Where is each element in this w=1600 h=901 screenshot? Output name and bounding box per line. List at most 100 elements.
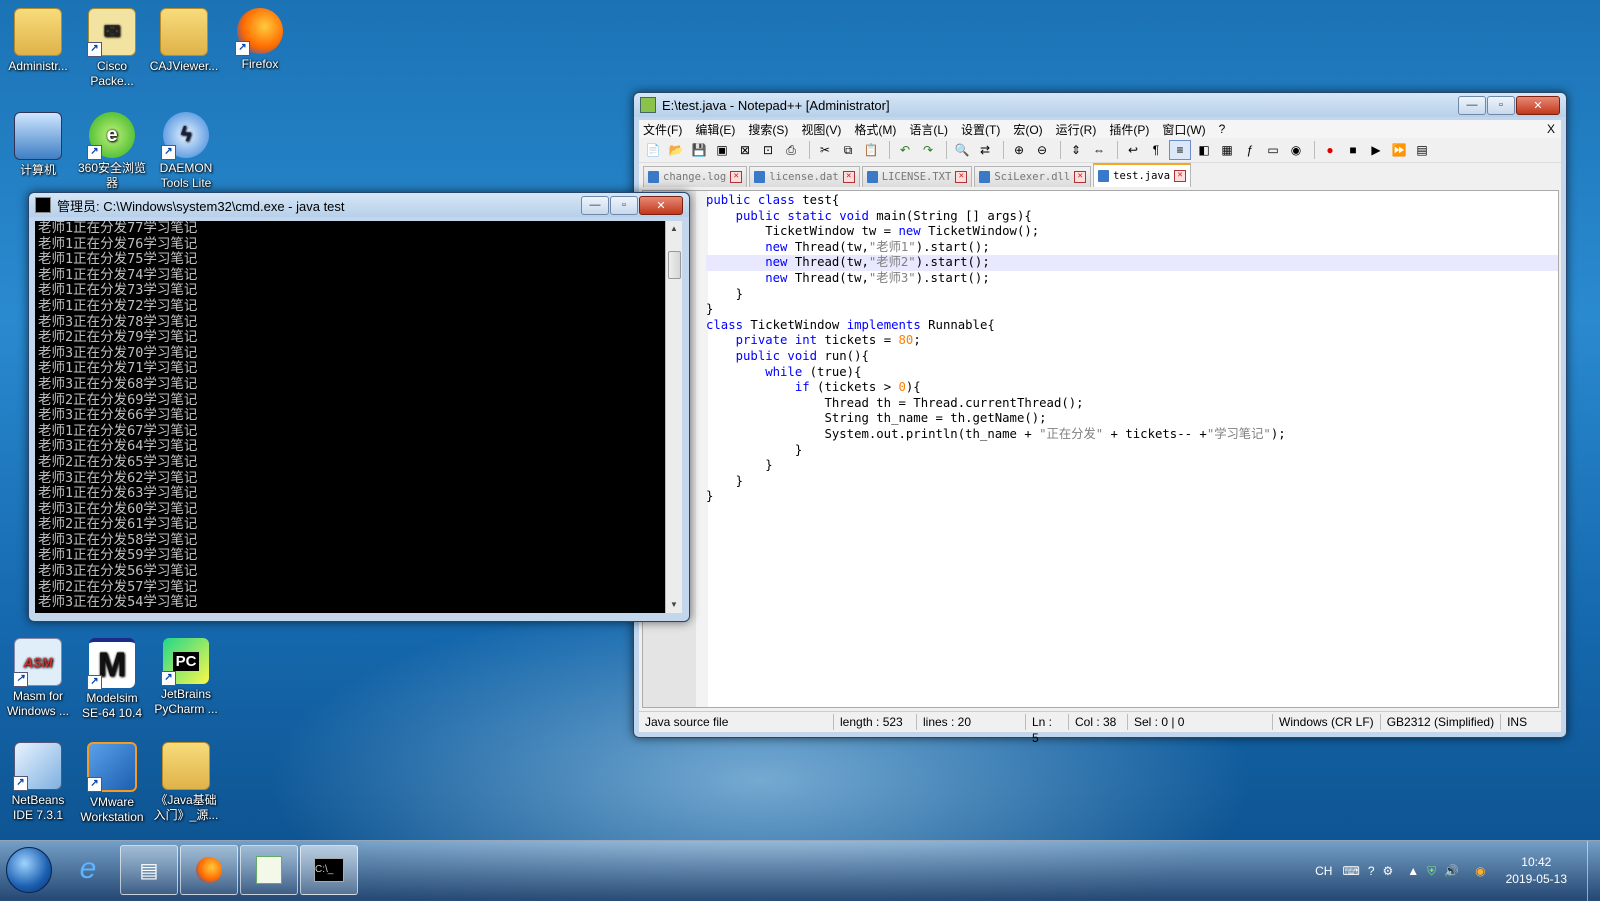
- tab-close-icon[interactable]: ✕: [842, 171, 855, 183]
- show-all-chars-icon[interactable]: ¶: [1146, 141, 1166, 159]
- user-language-icon[interactable]: ◧: [1194, 141, 1214, 159]
- npp-tabbar: change.log ✕ license.dat ✕ LICENSE.TXT ✕ Sc…: [639, 163, 1561, 187]
- sync-horizontal-icon[interactable]: ⇔: [1089, 141, 1109, 159]
- console-scrollbar[interactable]: ▲ ▼: [665, 221, 682, 613]
- volume-icon[interactable]: 🔊: [1444, 864, 1459, 878]
- menu-file[interactable]: 文件(F): [643, 121, 682, 138]
- close-button[interactable]: ✕: [639, 195, 683, 215]
- npp-titlebar[interactable]: E:\test.java - Notepad++ [Administrator]…: [634, 93, 1566, 117]
- menu-search[interactable]: 搜索(S): [748, 121, 788, 138]
- stop-macro-icon[interactable]: ■: [1343, 141, 1363, 159]
- tab-close-icon[interactable]: ✕: [1074, 171, 1087, 183]
- zoom-out-icon[interactable]: ⊖: [1032, 141, 1052, 159]
- open-file-icon[interactable]: 📂: [666, 141, 686, 159]
- desktop-icon-modelsim[interactable]: M ↗ Modelsim SE-64 10.4: [74, 638, 150, 721]
- copy-icon[interactable]: ⧉: [838, 141, 858, 159]
- start-button[interactable]: [6, 847, 52, 893]
- desktop-icon-vmware[interactable]: ↗ VMware Workstation: [74, 742, 150, 825]
- close-button[interactable]: ✕: [1516, 95, 1560, 115]
- show-desktop-button[interactable]: [1587, 841, 1600, 901]
- desktop-icon-firefox[interactable]: ↗ Firefox: [222, 8, 298, 72]
- code-editor[interactable]: public class test{ public static void ma…: [642, 190, 1559, 708]
- play-macro-icon[interactable]: ▶: [1366, 141, 1386, 159]
- tab-close-icon[interactable]: ✕: [1174, 170, 1187, 182]
- close-all-icon[interactable]: ⊡: [758, 141, 778, 159]
- tab-change-log[interactable]: change.log ✕: [643, 166, 748, 187]
- menu-view[interactable]: 视图(V): [801, 121, 841, 138]
- function-list-icon[interactable]: ƒ: [1240, 141, 1260, 159]
- desktop-icon-netbeans[interactable]: ↗ NetBeans IDE 7.3.1: [0, 742, 76, 823]
- undo-icon[interactable]: ↶: [895, 141, 915, 159]
- menu-settings[interactable]: 设置(T): [961, 121, 1000, 138]
- language-indicator[interactable]: CH: [1315, 864, 1332, 878]
- save-all-icon[interactable]: ▣: [712, 141, 732, 159]
- replace-icon[interactable]: ⇄: [975, 141, 995, 159]
- desktop-icon-computer[interactable]: 计算机: [0, 112, 76, 178]
- taskbar-cmd-icon[interactable]: C:\_: [300, 845, 358, 895]
- taskbar-notepadpp-icon[interactable]: [240, 845, 298, 895]
- indent-guide-icon[interactable]: ≡: [1169, 140, 1191, 160]
- desktop-icon-java-folder[interactable]: 《Java基础 入门》_源...: [148, 742, 224, 823]
- menu-plugins[interactable]: 插件(P): [1109, 121, 1149, 138]
- console-output[interactable]: 老师1正在分发77学习笔记 老师1正在分发76学习笔记 老师1正在分发75学习笔记老…: [35, 221, 665, 613]
- tab-scilexer-dll[interactable]: SciLexer.dll ✕: [974, 166, 1092, 187]
- desktop-icon-masm[interactable]: ASM ↗ Masm for Windows ...: [0, 638, 76, 719]
- monitor-icon[interactable]: ◉: [1286, 141, 1306, 159]
- shield-icon[interactable]: ⛨: [1427, 864, 1436, 879]
- desktop-icon-360browser[interactable]: e ↗ 360安全浏览 器: [74, 112, 150, 191]
- help-icon[interactable]: ?: [1368, 864, 1375, 878]
- minimize-button[interactable]: —: [581, 195, 609, 215]
- desktop-icon-daemon[interactable]: ϟ ↗ DAEMON Tools Lite: [148, 112, 224, 191]
- menu-window[interactable]: 窗口(W): [1162, 121, 1205, 138]
- cmd-titlebar[interactable]: 管理员: C:\Windows\system32\cmd.exe - java …: [29, 193, 689, 217]
- menu-language[interactable]: 语言(L): [909, 121, 948, 138]
- desktop-icon-cisco[interactable]: ✉ ↗ Cisco Packe...: [74, 8, 150, 89]
- document-map-icon[interactable]: ▦: [1217, 141, 1237, 159]
- sync-vertical-icon[interactable]: ⇕: [1066, 141, 1086, 159]
- save-macro-icon[interactable]: ▤: [1412, 141, 1432, 159]
- desktop-icon-administrator[interactable]: Administr...: [0, 8, 76, 74]
- menu-format[interactable]: 格式(M): [854, 121, 896, 138]
- redo-icon[interactable]: ↷: [918, 141, 938, 159]
- notification-icon[interactable]: ▲: [1407, 864, 1419, 878]
- console-line: 老师2正在分发65学习笔记: [38, 453, 198, 470]
- maximize-button[interactable]: ▫: [1487, 95, 1515, 115]
- firefox-icon: ↗: [235, 8, 283, 56]
- close-file-icon[interactable]: ⊠: [735, 141, 755, 159]
- run-macro-multiple-icon[interactable]: ⏩: [1389, 141, 1409, 159]
- menu-macro[interactable]: 宏(O): [1013, 121, 1042, 138]
- new-file-icon[interactable]: 📄: [643, 141, 663, 159]
- print-icon[interactable]: ⎙: [781, 141, 801, 159]
- tray-app-icon[interactable]: ◉: [1475, 864, 1485, 878]
- tab-close-icon[interactable]: ✕: [955, 171, 968, 183]
- scroll-up-icon[interactable]: ▲: [666, 221, 682, 237]
- scroll-thumb[interactable]: [668, 251, 681, 279]
- tab-test-java[interactable]: test.java ✕: [1093, 163, 1192, 187]
- zoom-in-icon[interactable]: ⊕: [1009, 141, 1029, 159]
- input-settings-icon[interactable]: ⚙: [1383, 864, 1394, 878]
- taskbar-firefox-icon[interactable]: [180, 845, 238, 895]
- menu-help[interactable]: ?: [1219, 122, 1226, 136]
- maximize-button[interactable]: ▫: [610, 195, 638, 215]
- tab-license-dat[interactable]: license.dat ✕: [749, 166, 860, 187]
- desktop-icon-cajviewer[interactable]: CAJViewer...: [146, 8, 222, 74]
- taskbar-ie-icon[interactable]: e: [60, 845, 116, 893]
- folder-workspace-icon[interactable]: ▭: [1263, 141, 1283, 159]
- keyboard-icon[interactable]: ⌨: [1342, 864, 1359, 878]
- menu-run[interactable]: 运行(R): [1056, 121, 1097, 138]
- tab-close-icon[interactable]: ✕: [730, 171, 743, 183]
- menu-edit[interactable]: 编辑(E): [695, 121, 735, 138]
- word-wrap-icon[interactable]: ↩: [1123, 141, 1143, 159]
- taskbar-explorer-icon[interactable]: ▤: [120, 845, 178, 895]
- find-icon[interactable]: 🔍: [952, 141, 972, 159]
- desktop-icon-pycharm[interactable]: PC ↗ JetBrains PyCharm ...: [148, 638, 224, 717]
- record-macro-icon[interactable]: ●: [1320, 141, 1340, 159]
- menu-close-document[interactable]: X: [1547, 122, 1555, 136]
- minimize-button[interactable]: —: [1458, 95, 1486, 115]
- clock[interactable]: 10:42 2019-05-13: [1506, 854, 1567, 888]
- tab-license-txt[interactable]: LICENSE.TXT ✕: [861, 166, 973, 187]
- save-icon[interactable]: 💾: [689, 141, 709, 159]
- cut-icon[interactable]: ✂: [815, 141, 835, 159]
- scroll-down-icon[interactable]: ▼: [666, 597, 682, 613]
- paste-icon[interactable]: 📋: [861, 141, 881, 159]
